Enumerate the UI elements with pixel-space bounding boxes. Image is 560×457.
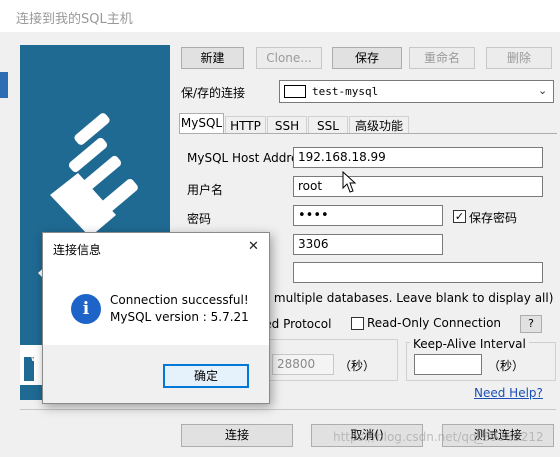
tab-advanced[interactable]: 高级功能 <box>349 116 409 134</box>
saved-connection-value: test-mysql <box>312 85 379 98</box>
keepalive-input[interactable] <box>414 354 482 375</box>
window-titlebar: 连接到我的SQL主机 <box>0 0 560 32</box>
readonly-label: Read-Only Connection <box>367 316 502 330</box>
save-password-label: 保存密码 <box>469 211 518 225</box>
timeout-input[interactable]: 28800 <box>272 354 334 375</box>
tab-ssl[interactable]: SSL <box>308 116 348 134</box>
password-label: 密码 <box>187 212 212 226</box>
keepalive-label: Keep-Alive Interval <box>410 337 529 351</box>
dialog-title: 连接信息 <box>53 243 102 257</box>
window-title: 连接到我的SQL主机 <box>16 12 133 27</box>
keepalive-unit: （秒） <box>488 359 525 373</box>
dialog-message-line1: Connection successful! <box>110 293 249 307</box>
need-help-link[interactable]: Need Help? <box>474 386 543 400</box>
timeout-unit: （秒） <box>339 359 376 373</box>
database-hint: te multiple databases. Leave blank to di… <box>258 291 554 305</box>
info-icon: i <box>71 294 101 324</box>
port-input[interactable]: 3306 <box>293 234 443 255</box>
clone-button[interactable]: Clone... <box>256 47 322 69</box>
save-password-checkbox[interactable]: ✓ <box>453 210 466 223</box>
tab-mysql[interactable]: MySQL <box>179 113 224 134</box>
new-button[interactable]: 新建 <box>181 47 244 69</box>
save-button[interactable]: 保存 <box>332 47 402 69</box>
username-label: 用户名 <box>187 183 224 197</box>
host-input[interactable]: 192.168.18.99 <box>293 147 543 168</box>
saved-connection-label: 保/存的连接 <box>181 86 246 100</box>
username-input[interactable]: root <box>293 176 543 197</box>
close-icon[interactable]: ✕ <box>248 239 259 254</box>
readonly-checkbox[interactable] <box>351 317 364 330</box>
password-input[interactable]: •••• <box>293 205 443 226</box>
chevron-down-icon: ⌄ <box>538 84 548 97</box>
database-input[interactable] <box>293 262 543 283</box>
tab-divider <box>179 133 557 134</box>
bottom-separator <box>20 409 556 410</box>
rename-button[interactable]: 重命名 <box>409 47 475 69</box>
help-button[interactable]: ? <box>520 315 542 333</box>
tab-ssh[interactable]: SSH <box>267 116 307 134</box>
saved-connection-select[interactable]: test-mysql ⌄ <box>279 80 554 103</box>
dialog-footer: 确定 <box>43 345 269 403</box>
dialog-message-line2: MySQL version : 5.7.21 <box>110 310 249 324</box>
connection-color-swatch <box>284 85 306 98</box>
delete-button[interactable]: 删除 <box>486 47 552 69</box>
watermark-text: https://blog.csdn.net/qq_39380212 <box>333 430 544 444</box>
text-cursor-icon <box>342 171 357 193</box>
connection-info-dialog: 连接信息 ✕ i Connection successful! MySQL ve… <box>42 232 270 404</box>
connect-button[interactable]: 连接 <box>181 424 293 447</box>
left-edge-strip <box>0 72 8 98</box>
tab-http[interactable]: HTTP <box>225 116 266 134</box>
ok-button[interactable]: 确定 <box>163 364 249 388</box>
